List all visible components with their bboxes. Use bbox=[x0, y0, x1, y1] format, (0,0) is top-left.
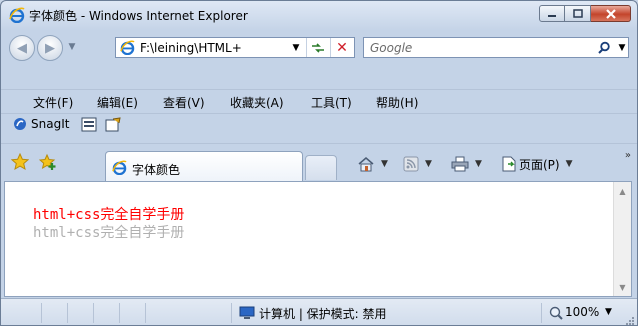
status-divider bbox=[67, 303, 68, 323]
computer-zone-icon bbox=[239, 306, 255, 319]
close-icon bbox=[605, 8, 616, 19]
search-box[interactable]: Google ▼ bbox=[363, 37, 629, 58]
home-button[interactable]: ▼ bbox=[357, 155, 388, 173]
zoom-level[interactable]: 100% bbox=[565, 305, 599, 319]
refresh-button[interactable] bbox=[306, 38, 329, 57]
ie-logo-icon bbox=[9, 7, 25, 23]
scroll-up-arrow-icon[interactable]: ▲ bbox=[614, 184, 631, 198]
minimize-button[interactable] bbox=[539, 5, 565, 22]
page-ie-icon bbox=[120, 40, 135, 55]
chevron-down-icon: ▼ bbox=[618, 43, 626, 53]
menu-view[interactable]: 查看(V) bbox=[163, 94, 205, 111]
chevron-down-icon: ▼ bbox=[292, 42, 300, 53]
page-menu-button[interactable]: 页面(P) ▼ bbox=[501, 155, 573, 173]
page-icon bbox=[502, 156, 516, 172]
menu-edit[interactable]: 编辑(E) bbox=[97, 94, 138, 111]
status-divider bbox=[145, 303, 146, 323]
maximize-button[interactable] bbox=[565, 5, 591, 22]
print-button[interactable]: ▼ bbox=[451, 155, 482, 173]
snagit-capture-icon[interactable] bbox=[81, 117, 97, 132]
tab-active[interactable]: 字体颜色 bbox=[105, 151, 303, 182]
window-controls bbox=[539, 5, 631, 22]
status-divider bbox=[119, 303, 120, 323]
zoom-icon bbox=[549, 306, 563, 320]
forward-button[interactable]: ▶ bbox=[37, 35, 63, 61]
browser-window: 字体颜色 - Windows Internet Explorer ◀ ▶ ▼ F… bbox=[0, 0, 638, 326]
page-content: html+css完全自学手册 html+css完全自学手册 ▲ ▼ bbox=[4, 181, 632, 297]
tab-label: 字体颜色 bbox=[132, 163, 181, 177]
address-dropdown[interactable]: ▼ bbox=[288, 39, 304, 56]
status-divider bbox=[93, 303, 94, 323]
menu-bar: 文件(F) 编辑(E) 查看(V) 收藏夹(A) 工具(T) 帮助(H) bbox=[1, 89, 637, 114]
address-input[interactable]: F:\leining\HTML+ bbox=[140, 41, 290, 55]
gray-text-line: html+css完全自学手册 bbox=[33, 225, 185, 241]
window-title: 字体颜色 - Windows Internet Explorer bbox=[29, 9, 248, 23]
close-button[interactable] bbox=[591, 5, 631, 22]
maximize-icon bbox=[572, 9, 583, 18]
search-options-dropdown[interactable]: ▼ bbox=[616, 39, 628, 57]
address-row: ◀ ▶ ▼ F:\leining\HTML+ ▼ ✕ Google ▼ bbox=[1, 32, 637, 64]
add-favorite-icon[interactable] bbox=[39, 153, 57, 171]
page-menu-label: 页面(P) bbox=[519, 157, 560, 172]
snagit-button[interactable]: SnagIt bbox=[31, 117, 69, 131]
rss-feed-icon bbox=[403, 156, 419, 172]
zoom-dropdown-chevron-icon[interactable]: ▼ bbox=[605, 307, 612, 317]
printer-icon bbox=[451, 156, 469, 172]
back-arrow-icon: ◀ bbox=[17, 40, 27, 56]
resize-grip-icon[interactable] bbox=[625, 316, 635, 326]
chevron-down-icon[interactable]: ▼ bbox=[475, 159, 482, 169]
menu-file[interactable]: 文件(F) bbox=[33, 94, 73, 111]
recent-pages-dropdown[interactable]: ▼ bbox=[65, 40, 79, 54]
title-bar: 字体颜色 - Windows Internet Explorer bbox=[1, 1, 637, 29]
menu-favorites[interactable]: 收藏夹(A) bbox=[230, 94, 284, 111]
chevron-down-icon[interactable]: ▼ bbox=[381, 159, 388, 169]
chevron-down-icon[interactable]: ▼ bbox=[425, 159, 432, 169]
ie-page-icon bbox=[112, 160, 127, 175]
address-bar[interactable]: F:\leining\HTML+ ▼ ✕ bbox=[115, 37, 355, 58]
chevron-down-icon: ▼ bbox=[68, 42, 76, 52]
search-icon bbox=[598, 41, 610, 54]
stop-button[interactable]: ✕ bbox=[330, 38, 353, 57]
home-icon bbox=[358, 157, 374, 172]
status-divider bbox=[541, 303, 542, 323]
menu-help[interactable]: 帮助(H) bbox=[376, 94, 418, 111]
new-tab-button[interactable] bbox=[305, 155, 337, 180]
minimize-icon bbox=[548, 14, 556, 17]
chevron-down-icon[interactable]: ▼ bbox=[566, 159, 573, 169]
forward-arrow-icon: ▶ bbox=[45, 40, 55, 56]
security-zone-text[interactable]: 计算机 | 保护模式: 禁用 bbox=[259, 305, 387, 322]
refresh-icon bbox=[312, 42, 324, 53]
favorites-star-icon[interactable] bbox=[11, 153, 29, 171]
status-bar: 计算机 | 保护模式: 禁用 100% ▼ bbox=[1, 298, 637, 326]
status-divider bbox=[231, 303, 232, 323]
snagit-toolbar: SnagIt bbox=[1, 113, 637, 136]
scroll-down-arrow-icon[interactable]: ▼ bbox=[614, 280, 631, 294]
more-commands-chevron-icon[interactable]: » bbox=[625, 150, 631, 161]
snagit-logo-icon bbox=[14, 118, 26, 130]
snagit-edit-icon[interactable] bbox=[105, 117, 121, 132]
red-text-line: html+css完全自学手册 bbox=[33, 207, 185, 223]
search-button[interactable] bbox=[594, 39, 614, 57]
menu-tools[interactable]: 工具(T) bbox=[311, 94, 352, 111]
back-button[interactable]: ◀ bbox=[9, 35, 35, 61]
vertical-scrollbar[interactable]: ▲ ▼ bbox=[613, 182, 631, 296]
tab-row: 字体颜色 ▼ ▼ ▼ 页面(P) ▼ » bbox=[1, 143, 637, 182]
feeds-button[interactable]: ▼ bbox=[403, 155, 432, 173]
search-input[interactable]: Google bbox=[370, 41, 412, 55]
stop-icon: ✕ bbox=[336, 39, 348, 56]
status-divider bbox=[41, 303, 42, 323]
